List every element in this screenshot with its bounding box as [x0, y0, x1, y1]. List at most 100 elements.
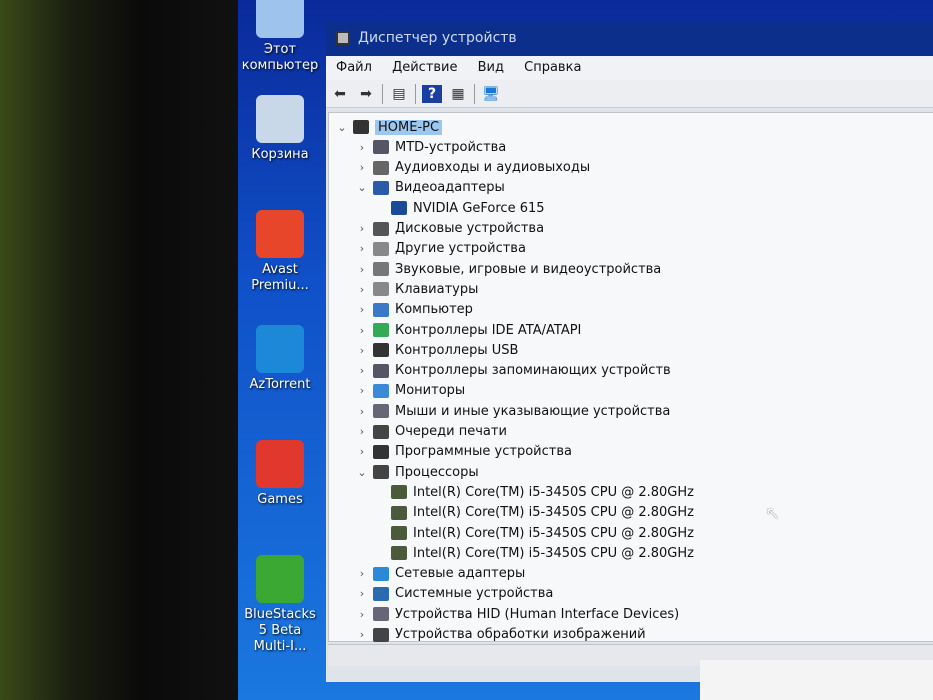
device-icon — [391, 546, 407, 561]
menu-help[interactable]: Справка — [524, 60, 581, 75]
tree-device[interactable]: Intel(R) Core(TM) i5-3450S CPU @ 2.80GHz — [387, 482, 694, 502]
tree-category[interactable]: › Клавиатуры — [355, 279, 479, 299]
back-icon[interactable]: ⬅ — [330, 85, 350, 103]
device-tree[interactable]: ⌄ HOME-PC › MTD-устройства › Аудиовходы и ауд… — [328, 112, 933, 642]
tree-label: Intel(R) Core(TM) i5-3450S CPU @ 2.80GHz — [413, 545, 694, 561]
tree-category[interactable]: ⌄ Процессоры — [355, 462, 479, 482]
chevron-right-icon[interactable]: › — [355, 384, 369, 397]
chevron-right-icon[interactable]: › — [355, 608, 369, 621]
chevron-right-icon[interactable]: › — [355, 405, 369, 418]
tree-category[interactable]: › Другие устройства — [355, 239, 526, 259]
tree-label: MTD-устройства — [395, 139, 507, 155]
menu-bar: Файл Действие Вид Справка — [326, 56, 933, 80]
tree-category[interactable]: › Дисковые устройства — [355, 219, 544, 239]
divider — [382, 83, 383, 104]
device-icon — [373, 282, 389, 297]
tree-category[interactable]: › Устройства обработки изображений — [355, 625, 646, 645]
title-bar[interactable]: Диспетчер устройств — [326, 22, 933, 56]
toolbar: ⬅ ➡ ▤ ? ▦ 🖥 — [326, 80, 933, 108]
chevron-right-icon[interactable]: › — [355, 364, 369, 377]
divider — [415, 83, 416, 104]
scan-hardware-icon[interactable]: 🖥 — [481, 85, 501, 103]
tree-category[interactable]: › Контроллеры USB — [355, 340, 519, 360]
tree-category[interactable]: › Очереди печати — [355, 422, 507, 442]
tree-label: Контроллеры IDE ATA/ATAPI — [395, 322, 582, 338]
tree-category[interactable]: › Мыши и иные указывающие устройства — [355, 401, 671, 421]
desktop-icon[interactable]: AzTorrent — [240, 325, 320, 393]
device-icon — [391, 505, 407, 520]
desktop-icon[interactable]: Этот компьютер — [240, 0, 320, 74]
properties-icon[interactable]: ▤ — [389, 85, 409, 103]
chevron-down-icon[interactable]: ⌄ — [335, 121, 349, 134]
tree-label: Программные устройства — [395, 444, 572, 460]
desktop-icon-label: BlueStacks 5 Beta Multi-I... — [244, 607, 316, 654]
chevron-right-icon[interactable]: › — [355, 161, 369, 174]
chevron-right-icon[interactable]: › — [355, 567, 369, 580]
chevron-down-icon[interactable]: ⌄ — [355, 466, 369, 479]
desktop-icon-label: Games — [257, 492, 303, 507]
desktop-icon-label: Корзина — [251, 147, 309, 162]
device-icon — [373, 241, 389, 256]
menu-file[interactable]: Файл — [336, 60, 372, 75]
chevron-right-icon[interactable]: › — [355, 141, 369, 154]
tree-category[interactable]: › Контроллеры IDE ATA/ATAPI — [355, 320, 582, 340]
tree-label: Процессоры — [395, 464, 479, 480]
tree-device[interactable]: Intel(R) Core(TM) i5-3450S CPU @ 2.80GHz — [387, 523, 694, 543]
device-icon — [391, 201, 407, 216]
tree-category[interactable]: › Звуковые, игровые и видеоустройства — [355, 259, 661, 279]
chevron-right-icon[interactable]: › — [355, 222, 369, 235]
tree-category[interactable]: › Компьютер — [355, 300, 473, 320]
desktop-icon[interactable]: BlueStacks 5 Beta Multi-I... — [240, 555, 320, 655]
tree-device[interactable]: NVIDIA GeForce 615 — [387, 198, 545, 218]
chevron-right-icon[interactable]: › — [355, 445, 369, 458]
tree-root[interactable]: ⌄ HOME-PC — [335, 117, 443, 137]
tree-label: Системные устройства — [395, 586, 554, 602]
tree-device[interactable]: Intel(R) Core(TM) i5-3450S CPU @ 2.80GHz — [387, 503, 694, 523]
chevron-right-icon[interactable]: › — [355, 628, 369, 641]
tree-category[interactable]: › MTD-устройства — [355, 137, 506, 157]
tree-category[interactable]: › Мониторы — [355, 381, 465, 401]
chevron-right-icon[interactable]: › — [355, 283, 369, 296]
tree-device[interactable]: Intel(R) Core(TM) i5-3450S CPU @ 2.80GHz — [387, 543, 694, 563]
tree-category[interactable]: › Системные устройства — [355, 584, 554, 604]
desktop-icon[interactable]: Games — [240, 440, 320, 508]
menu-action[interactable]: Действие — [392, 60, 457, 75]
tree-category[interactable]: › Устройства HID (Human Interface Devices… — [355, 604, 679, 624]
menu-view[interactable]: Вид — [478, 60, 504, 75]
app-icon — [256, 210, 304, 258]
tree-category[interactable]: › Аудиовходы и аудиовыходы — [355, 158, 590, 178]
device-manager-icon — [336, 31, 350, 45]
update-driver-icon[interactable]: ▦ — [448, 85, 468, 103]
desktop-icon[interactable]: Корзина — [240, 95, 320, 163]
device-icon — [391, 485, 407, 500]
chevron-right-icon[interactable]: › — [355, 587, 369, 600]
device-icon — [373, 404, 389, 419]
chevron-down-icon[interactable]: ⌄ — [355, 181, 369, 194]
tree-label: Звуковые, игровые и видеоустройства — [395, 261, 662, 277]
chevron-right-icon[interactable]: › — [355, 263, 369, 276]
tree-category[interactable]: › Программные устройства — [355, 442, 572, 462]
device-icon — [373, 302, 389, 317]
desktop-icon[interactable]: Avast Premiu... — [240, 210, 320, 294]
window-title: Диспетчер устройств — [358, 30, 517, 46]
device-icon — [373, 363, 389, 378]
chevron-right-icon[interactable]: › — [355, 242, 369, 255]
desktop-icon-label: Avast Premiu... — [251, 262, 309, 293]
tree-category[interactable]: › Контроллеры запоминающих устройств — [355, 361, 671, 381]
chevron-right-icon[interactable]: › — [355, 344, 369, 357]
tree-label: Intel(R) Core(TM) i5-3450S CPU @ 2.80GHz — [413, 505, 694, 521]
app-icon — [256, 0, 304, 38]
tree-label: Компьютер — [395, 302, 473, 318]
chevron-right-icon[interactable]: › — [355, 303, 369, 316]
tree-label: Intel(R) Core(TM) i5-3450S CPU @ 2.80GHz — [413, 525, 694, 541]
tree-category[interactable]: ⌄ Видеоадаптеры — [355, 178, 504, 198]
tree-category[interactable]: › Сетевые адаптеры — [355, 564, 525, 584]
chevron-right-icon[interactable]: › — [355, 425, 369, 438]
device-icon — [373, 465, 389, 480]
help-icon[interactable]: ? — [422, 84, 442, 103]
forward-icon[interactable]: ➡ — [356, 85, 376, 103]
monitor-bezel — [0, 0, 238, 700]
desktop-icon-label: Этот компьютер — [241, 42, 319, 73]
app-icon — [256, 555, 304, 603]
chevron-right-icon[interactable]: › — [355, 324, 369, 337]
